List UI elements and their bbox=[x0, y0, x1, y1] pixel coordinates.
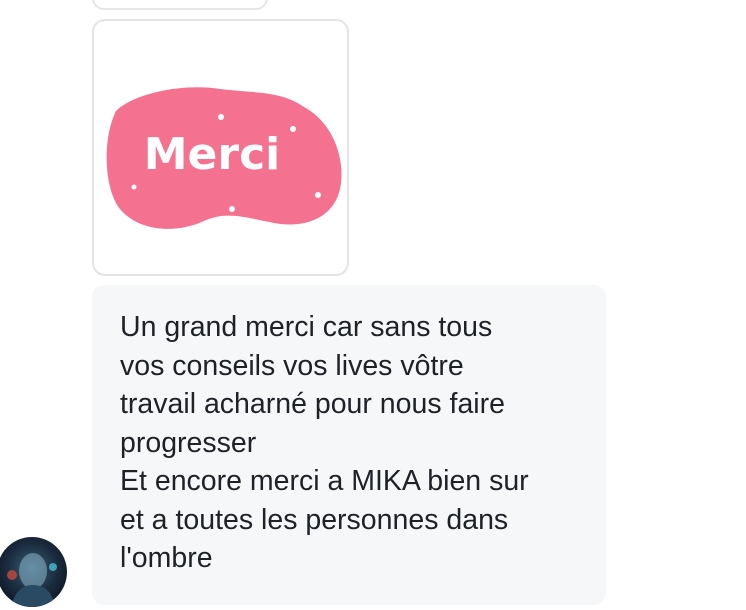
message-line: vos conseils vos lives vôtre bbox=[120, 349, 464, 382]
merci-sticker[interactable]: Merci bbox=[92, 19, 349, 276]
merci-sticker-image: Merci bbox=[106, 87, 342, 229]
message-line: Et encore merci a MIKA bien sur bbox=[120, 465, 529, 497]
avatar-image bbox=[0, 537, 67, 607]
previous-message-card[interactable] bbox=[92, 0, 268, 10]
message-line: l'ombre bbox=[120, 542, 213, 574]
message-line: progresser bbox=[120, 426, 257, 459]
message-line: travail acharné pour nous faire bbox=[120, 388, 505, 420]
message-line: Un grand merci car sans tous bbox=[120, 311, 493, 343]
sender-avatar[interactable] bbox=[0, 537, 67, 607]
message-bubble: Un grand merci car sans tous vos conseil… bbox=[92, 285, 606, 605]
message-line: et a toutes les personnes dans bbox=[120, 503, 509, 536]
sticker-text: Merci bbox=[144, 129, 281, 180]
